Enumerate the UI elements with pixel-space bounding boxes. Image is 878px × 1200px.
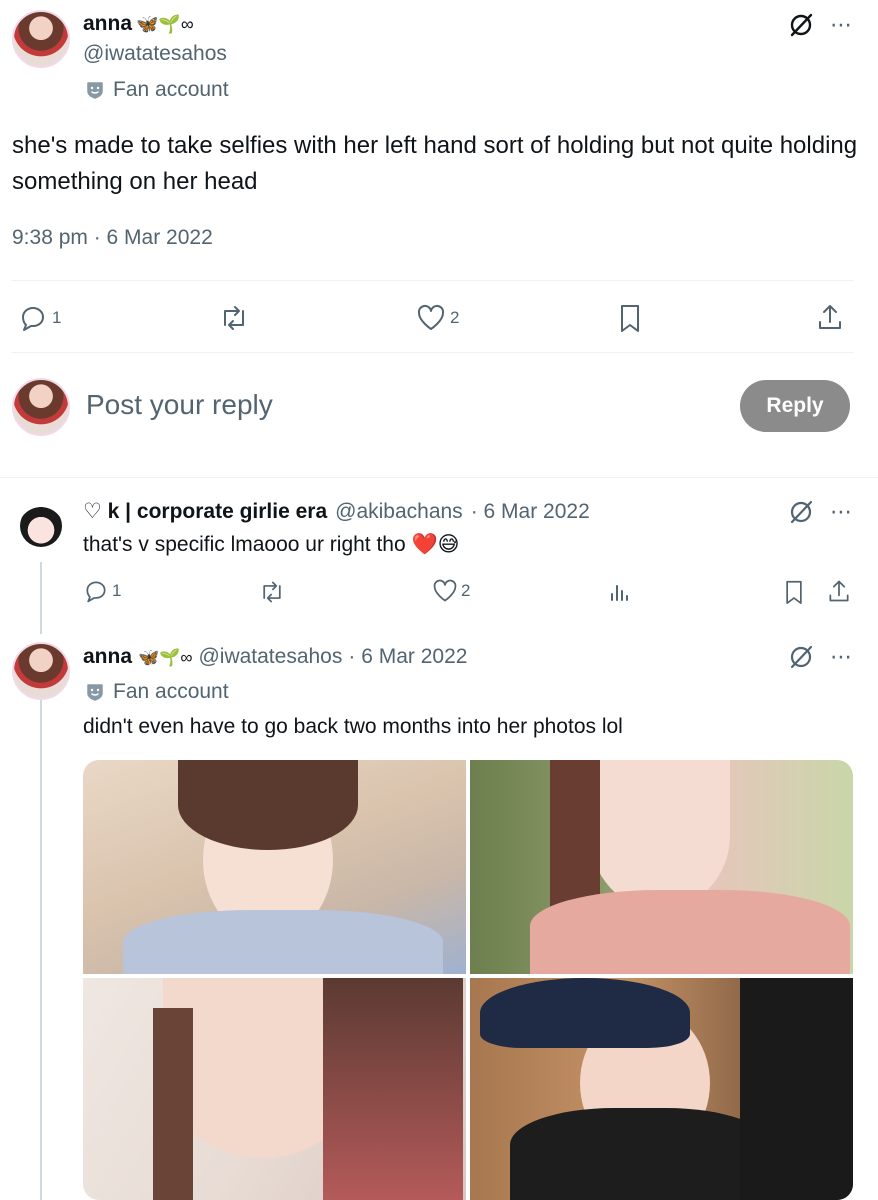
reply-2-text: didn't even have to go back two months i…: [83, 715, 623, 738]
thread-line: [40, 562, 42, 634]
more-icon[interactable]: ⋯: [826, 642, 856, 672]
share-icon[interactable]: [815, 302, 845, 332]
avatar-reply-2[interactable]: [12, 642, 70, 700]
grok-icon[interactable]: [786, 497, 816, 527]
more-icon[interactable]: ⋯: [826, 497, 856, 527]
retweet-icon[interactable]: [258, 579, 286, 605]
handle[interactable]: @iwatatesahos: [198, 645, 342, 669]
display-name[interactable]: ♡ k | corporate girlie era: [83, 499, 327, 524]
bookmark-icon[interactable]: [616, 303, 644, 333]
photo-grid: [83, 760, 853, 1200]
divider: [0, 477, 878, 478]
reply-action[interactable]: 1: [18, 303, 61, 333]
like-icon: [416, 303, 446, 333]
post-date[interactable]: · 6 Mar 2022: [348, 645, 467, 669]
grok-icon[interactable]: [786, 10, 816, 40]
like-action[interactable]: 2: [416, 303, 459, 333]
reply-1-text: that's v specific lmaooo ur right tho ❤️…: [83, 533, 460, 556]
reply-1-header: ♡ k | corporate girlie era @akibachans ·…: [83, 499, 590, 524]
reply-action[interactable]: 1: [83, 578, 121, 604]
timestamp[interactable]: 9:38 pm · 6 Mar 2022: [12, 226, 213, 250]
display-name[interactable]: anna: [83, 12, 132, 36]
views-icon[interactable]: [608, 580, 632, 604]
tweet-text: she's made to take selfies with her left…: [12, 132, 858, 195]
avatar-compose[interactable]: [12, 378, 70, 436]
retweet-icon[interactable]: [218, 303, 250, 333]
display-name[interactable]: anna: [83, 645, 132, 669]
fan-account-icon: [85, 682, 105, 702]
reply-input[interactable]: Post your reply: [86, 389, 273, 421]
like-action[interactable]: 2: [432, 578, 470, 604]
photo-1[interactable]: [83, 760, 466, 974]
avatar-reply-1[interactable]: [20, 505, 62, 547]
handle[interactable]: @iwatatesahos: [83, 42, 227, 66]
reply-icon: [18, 303, 48, 333]
reply-2-header: anna 🦋🌱∞ @iwatatesahos · 6 Mar 2022: [83, 645, 467, 669]
main-author[interactable]: anna 🦋🌱∞: [83, 12, 194, 36]
name-emojis: 🦋🌱∞: [138, 648, 193, 667]
bookmark-icon[interactable]: [782, 579, 806, 605]
share-icon[interactable]: [826, 578, 852, 604]
divider: [12, 352, 854, 353]
fan-account-label: Fan account: [85, 78, 229, 102]
more-icon[interactable]: ⋯: [826, 10, 856, 40]
handle[interactable]: @akibachans: [335, 500, 463, 524]
post-date[interactable]: · 6 Mar 2022: [471, 500, 590, 524]
grok-icon[interactable]: [786, 642, 816, 672]
photo-4[interactable]: [470, 978, 853, 1200]
fan-account-label: Fan account: [85, 680, 229, 704]
photo-3[interactable]: [83, 978, 466, 1200]
fan-account-icon: [85, 80, 105, 100]
divider: [12, 280, 854, 281]
avatar-main[interactable]: [12, 10, 70, 68]
thread-line: [40, 700, 42, 1200]
name-emojis: 🦋🌱∞: [136, 13, 194, 34]
reply-icon: [83, 578, 109, 604]
like-icon: [432, 578, 458, 604]
photo-2[interactable]: [470, 760, 853, 974]
reply-button[interactable]: Reply: [740, 380, 850, 432]
